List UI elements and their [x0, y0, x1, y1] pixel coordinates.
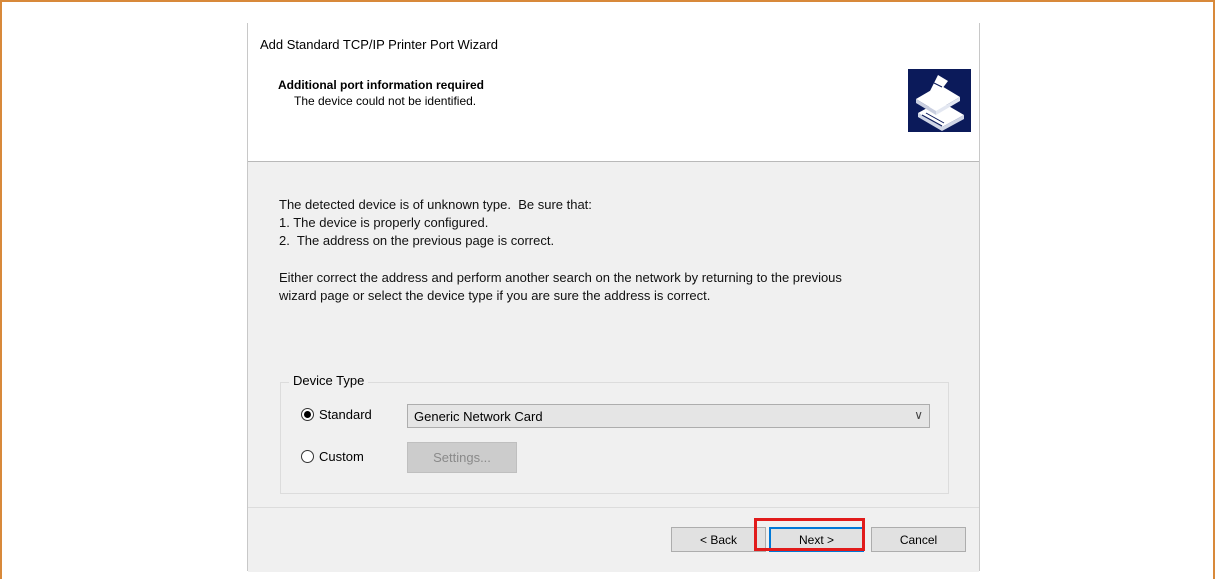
device-type-group: Device Type Standard Generic Network Car… — [280, 373, 949, 494]
chevron-down-icon: ∨ — [914, 408, 923, 422]
wizard-dialog: Add Standard TCP/IP Printer Port Wizard … — [247, 23, 980, 572]
cancel-button[interactable]: Cancel — [871, 527, 966, 552]
device-type-value: Generic Network Card — [414, 409, 543, 424]
instruction-text: Either correct the address and perform a… — [279, 269, 842, 305]
custom-radio[interactable] — [301, 450, 314, 463]
intro-text: The detected device is of unknown type. … — [279, 196, 592, 250]
next-button[interactable]: Next > — [769, 527, 864, 552]
instruction-line-2: wizard page or select the device type if… — [279, 288, 711, 303]
wizard-body: The detected device is of unknown type. … — [248, 162, 979, 507]
wizard-footer: < Back Next > Cancel — [248, 507, 979, 572]
wizard-header: Additional port information required The… — [248, 66, 979, 162]
settings-button[interactable]: Settings... — [407, 442, 517, 473]
back-button[interactable]: < Back — [671, 527, 766, 552]
standard-label: Standard — [319, 407, 372, 422]
window-title: Add Standard TCP/IP Printer Port Wizard — [260, 37, 498, 52]
check-item-2: 2. The address on the previous page is c… — [279, 233, 555, 248]
device-type-select[interactable]: Generic Network Card ∨ — [407, 404, 930, 428]
header-title: Additional port information required — [278, 78, 484, 92]
instruction-line-1: Either correct the address and perform a… — [279, 270, 842, 285]
custom-label: Custom — [319, 449, 364, 464]
header-subtitle: The device could not be identified. — [294, 94, 477, 108]
check-item-1: 1. The device is properly configured. — [279, 215, 489, 230]
standard-radio-option[interactable]: Standard — [301, 407, 372, 422]
device-type-label: Device Type — [289, 373, 369, 388]
printer-icon — [908, 69, 971, 132]
intro-line: The detected device is of unknown type. … — [279, 197, 592, 212]
custom-radio-option[interactable]: Custom — [301, 449, 364, 464]
standard-radio[interactable] — [301, 408, 314, 421]
